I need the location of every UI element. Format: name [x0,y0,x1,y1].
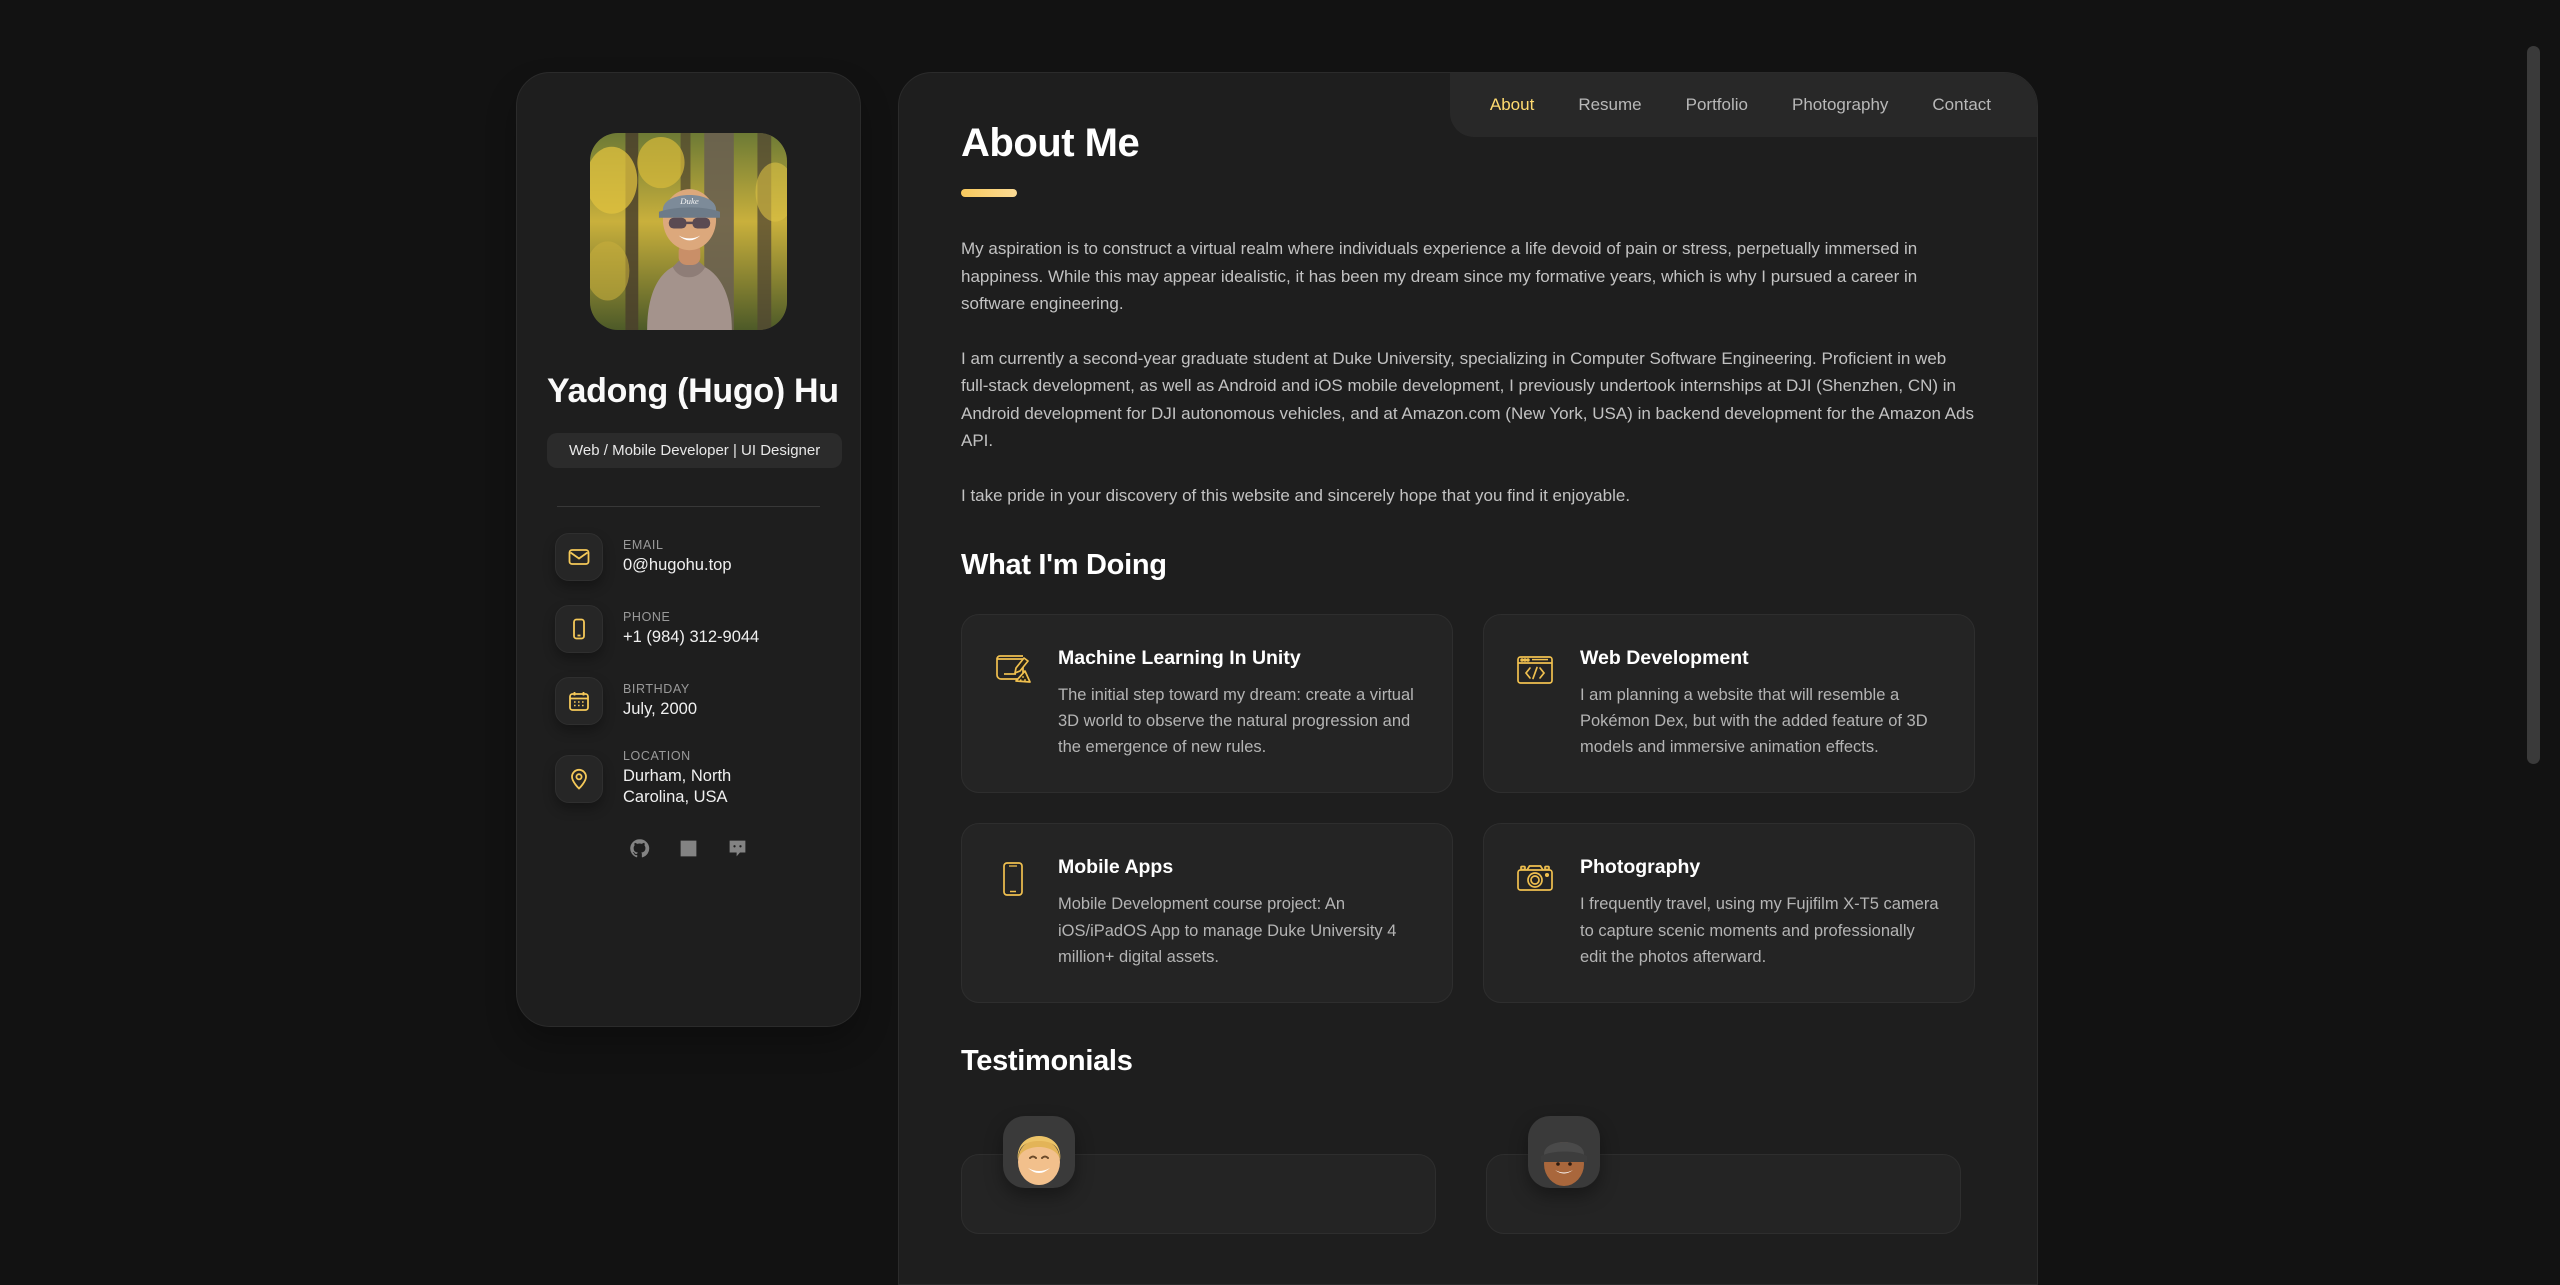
tab-about[interactable]: About [1490,95,1534,115]
about-body: My aspiration is to construct a virtual … [961,235,1975,509]
tab-portfolio[interactable]: Portfolio [1686,95,1748,115]
about-paragraph: I am currently a second-year graduate st… [961,345,1975,455]
avatar-man-cap [1528,1116,1600,1188]
sidebar-divider [557,506,820,507]
contact-item-location: LOCATION Durham, North Carolina, USA [555,749,822,808]
page-title: Yadong (Hugo) Hu [547,372,830,411]
linkedin-icon[interactable] [678,838,699,859]
profile-sidebar: Duke Yadong (Hugo) Hu Web / Mobile Devel… [516,72,861,1027]
contact-value: 0@hugohu.top [623,555,732,576]
contact-value: Durham, North Carolina, USA [623,766,783,808]
mail-icon [555,533,603,581]
avatar-woman-blonde [1003,1116,1075,1188]
contact-item-phone[interactable]: PHONE +1 (984) 312-9044 [555,605,822,653]
service-title: Photography [1580,856,1944,879]
camera-icon [1514,858,1556,900]
service-card-photography[interactable]: Photography I frequently travel, using m… [1483,823,1975,1002]
service-description: Mobile Development course project: An iO… [1058,891,1422,969]
social-links [547,838,830,859]
github-icon[interactable] [629,838,650,859]
design-blueprint-icon [992,649,1034,691]
service-card-mobile-apps[interactable]: Mobile Apps Mobile Development course pr… [961,823,1453,1002]
avatar-photo: Duke [590,133,787,330]
location-pin-icon [555,755,603,803]
page-scrollbar[interactable] [2538,0,2552,1285]
avatar: Duke [590,133,787,330]
contact-list: EMAIL 0@hugohu.top PHONE +1 (984) 312-90… [547,533,830,808]
contact-value: July, 2000 [623,699,697,720]
service-description: I am planning a website that will resemb… [1580,682,1944,760]
mobile-phone-icon [992,858,1034,900]
svg-text:Duke: Duke [679,196,699,206]
contact-label: PHONE [623,610,759,624]
about-paragraph: I take pride in your discovery of this w… [961,482,1975,510]
contact-value: +1 (984) 312-9044 [623,627,759,648]
testimonials-heading: Testimonials [961,1045,1975,1078]
services-grid: Machine Learning In Unity The initial st… [961,614,1975,1002]
service-title: Machine Learning In Unity [1058,647,1422,670]
contact-item-email[interactable]: EMAIL 0@hugohu.top [555,533,822,581]
calendar-icon [555,677,603,725]
heading-underline [961,189,1017,197]
contact-label: LOCATION [623,749,783,763]
service-description: The initial step toward my dream: create… [1058,682,1422,760]
service-title: Mobile Apps [1058,856,1422,879]
main-content-card: About Resume Portfolio Photography Conta… [898,72,2038,1285]
services-heading: What I'm Doing [961,549,1975,582]
tab-resume[interactable]: Resume [1578,95,1641,115]
contact-item-birthday: BIRTHDAY July, 2000 [555,677,822,725]
contact-label: BIRTHDAY [623,682,697,696]
service-title: Web Development [1580,647,1944,670]
phone-icon [555,605,603,653]
service-description: I frequently travel, using my Fujifilm X… [1580,891,1944,969]
service-card-machine-learning[interactable]: Machine Learning In Unity The initial st… [961,614,1453,793]
tab-contact[interactable]: Contact [1932,95,1991,115]
code-window-icon [1514,649,1556,691]
discord-icon[interactable] [727,838,748,859]
status-badge: Web / Mobile Developer | UI Designer [547,433,842,468]
scrollbar-thumb[interactable] [2527,46,2540,764]
contact-label: EMAIL [623,538,732,552]
service-card-web-development[interactable]: Web Development I am planning a website … [1483,614,1975,793]
portfolio-page: Duke Yadong (Hugo) Hu Web / Mobile Devel… [0,0,2560,1285]
main-navbar: About Resume Portfolio Photography Conta… [1450,73,2037,137]
about-paragraph: My aspiration is to construct a virtual … [961,235,1975,318]
tab-photography[interactable]: Photography [1792,95,1888,115]
